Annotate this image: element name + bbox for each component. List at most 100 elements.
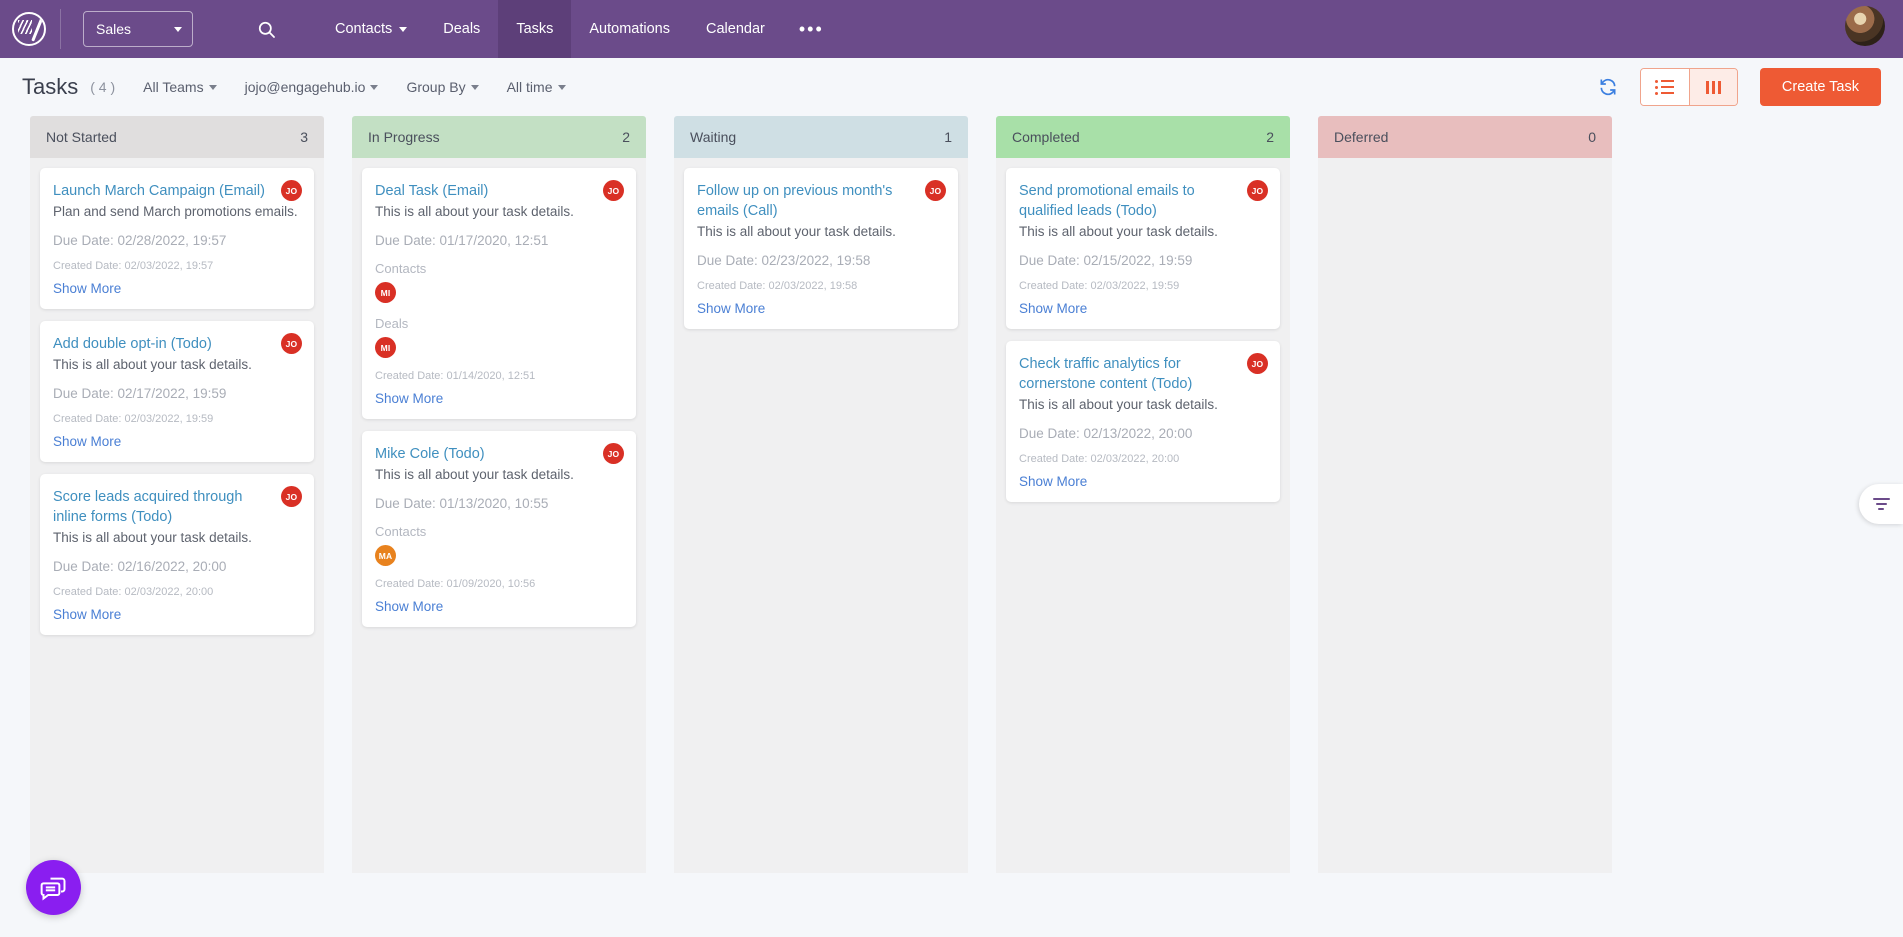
task-card[interactable]: JO Send promotional emails to qualified l… [1006, 168, 1280, 329]
refresh-button[interactable] [1598, 77, 1618, 97]
column-card-list: JO Launch March Campaign (Email) Plan and … [30, 158, 324, 873]
nav-label-deals: Deals [443, 21, 481, 37]
task-relation-avatar[interactable]: MI [375, 337, 396, 358]
task-created-date: Created Date: 02/03/2022, 20:00 [53, 586, 214, 598]
task-description: This is all about your task details. [375, 204, 574, 219]
kanban-column: In Progress 2 JO Deal Task (Email) This is a… [352, 116, 646, 873]
task-due-date: Due Date: 02/15/2022, 19:59 [1019, 253, 1193, 268]
task-owner-avatar[interactable]: JO [1247, 353, 1268, 374]
task-created-date: Created Date: 02/03/2022, 19:58 [697, 280, 858, 292]
filter-time-range-label: All time [506, 79, 553, 95]
chat-widget-button[interactable] [26, 860, 81, 915]
chevron-down-icon [370, 84, 379, 90]
task-relation-label: Contacts [375, 524, 427, 539]
show-more-link[interactable]: Show More [375, 391, 622, 406]
page-toolbar: Tasks ( 4 ) All Teams jojo@engagehub.io … [0, 58, 1903, 116]
view-toggle-group [1639, 68, 1738, 106]
column-card-list: JO Follow up on previous month's emails (… [674, 158, 968, 873]
column-title: Completed [1012, 129, 1080, 145]
task-description: This is all about your task details. [53, 357, 252, 372]
show-more-link[interactable]: Show More [53, 434, 300, 449]
task-title[interactable]: Deal Task (Email) [375, 181, 622, 201]
task-relation-avatar[interactable]: MA [375, 545, 396, 566]
task-card[interactable]: JO Check traffic analytics for cornerston… [1006, 341, 1280, 502]
nav-item-deals[interactable]: Deals [425, 0, 498, 58]
task-created-date: Created Date: 01/09/2020, 10:56 [375, 578, 536, 590]
list-view-button[interactable] [1640, 69, 1689, 105]
kanban-column: Deferred 0 [1318, 116, 1612, 873]
toolbar-actions: Create Task [1598, 68, 1881, 106]
nav-item-automations[interactable]: Automations [571, 0, 688, 58]
task-card[interactable]: JO Follow up on previous month's emails (… [684, 168, 958, 329]
task-relation-avatar[interactable]: MI [375, 282, 396, 303]
columns-icon [1705, 80, 1722, 94]
task-card[interactable]: JO Deal Task (Email) This is all about you… [362, 168, 636, 419]
show-more-link[interactable]: Show More [1019, 301, 1266, 316]
task-title[interactable]: Check traffic analytics for cornerstone … [1019, 354, 1266, 394]
show-more-link[interactable]: Show More [53, 607, 300, 622]
task-title[interactable]: Score leads acquired through inline form… [53, 487, 300, 527]
show-more-link[interactable]: Show More [697, 301, 944, 316]
column-header: Deferred 0 [1318, 116, 1612, 158]
task-title[interactable]: Follow up on previous month's emails (Ca… [697, 181, 944, 221]
show-more-link[interactable]: Show More [53, 281, 300, 296]
task-owner-avatar[interactable]: JO [603, 443, 624, 464]
task-owner-avatar[interactable]: JO [281, 333, 302, 354]
column-card-list: JO Send promotional emails to qualified l… [996, 158, 1290, 873]
task-title[interactable]: Send promotional emails to qualified lea… [1019, 181, 1266, 221]
task-owner-avatar[interactable]: JO [1247, 180, 1268, 201]
filter-panel-toggle[interactable] [1859, 484, 1903, 524]
column-title: In Progress [368, 129, 440, 145]
chat-message-icon [40, 877, 65, 900]
show-more-link[interactable]: Show More [1019, 474, 1266, 489]
nav-label-contacts: Contacts [335, 21, 393, 37]
task-relation-label: Contacts [375, 261, 427, 276]
filter-group-by-label: Group By [406, 79, 466, 95]
nav-more-menu-button[interactable]: ••• [783, 0, 840, 58]
app-selector-dropdown[interactable]: Sales [83, 11, 193, 47]
filter-all-teams[interactable]: All Teams [143, 79, 217, 95]
task-card[interactable]: JO Add double opt-in (Todo) This is all ab… [40, 321, 314, 462]
user-profile-avatar[interactable] [1845, 6, 1885, 46]
task-card[interactable]: JO Score leads acquired through inline fo… [40, 474, 314, 635]
nav-item-contacts[interactable]: Contacts [317, 0, 425, 58]
ellipsis-icon: ••• [798, 19, 824, 39]
nav-item-tasks[interactable]: Tasks [498, 0, 572, 58]
task-card[interactable]: JO Launch March Campaign (Email) Plan and … [40, 168, 314, 309]
task-title[interactable]: Add double opt-in (Todo) [53, 334, 300, 354]
task-due-date: Due Date: 01/13/2020, 10:55 [375, 496, 549, 511]
task-owner-avatar[interactable]: JO [603, 180, 624, 201]
column-title: Deferred [1334, 129, 1389, 145]
filter-group-by[interactable]: Group By [406, 79, 479, 95]
task-created-date: Created Date: 02/03/2022, 19:59 [53, 413, 214, 425]
task-title[interactable]: Launch March Campaign (Email) [53, 181, 300, 201]
nav-item-calendar[interactable]: Calendar [688, 0, 783, 58]
task-owner-avatar[interactable]: JO [925, 180, 946, 201]
task-description: Plan and send March promotions emails. [53, 204, 298, 219]
create-task-button[interactable]: Create Task [1759, 68, 1881, 106]
filter-user-email[interactable]: jojo@engagehub.io [245, 79, 379, 95]
task-description: This is all about your task details. [1019, 397, 1218, 412]
task-card[interactable]: JO Mike Cole (Todo) This is all about your… [362, 431, 636, 627]
task-due-date: Due Date: 02/17/2022, 19:59 [53, 386, 227, 401]
refresh-icon [1600, 78, 1616, 96]
task-owner-avatar[interactable]: JO [281, 486, 302, 507]
top-navigation-bar: Sales Contacts Deals Tasks Automations C… [0, 0, 1903, 58]
task-owner-avatar[interactable]: JO [281, 180, 302, 201]
search-button[interactable] [249, 12, 283, 46]
chevron-down-icon [174, 26, 182, 32]
app-logo[interactable] [0, 12, 58, 46]
task-relation-label: Deals [375, 316, 409, 331]
show-more-link[interactable]: Show More [375, 599, 622, 614]
task-created-date: Created Date: 02/03/2022, 19:57 [53, 260, 214, 272]
kanban-view-button[interactable] [1688, 69, 1737, 105]
filter-all-teams-label: All Teams [143, 79, 204, 95]
app-selector-label: Sales [96, 21, 132, 37]
filter-time-range[interactable]: All time [507, 79, 566, 95]
nav-item-list: Contacts Deals Tasks Automations Calenda… [317, 0, 840, 58]
filter-user-email-label: jojo@engagehub.io [244, 79, 366, 95]
kanban-column: Completed 2 JO Send promotional emails to q… [996, 116, 1290, 873]
column-count: 3 [300, 129, 308, 145]
logo-icon [12, 12, 46, 46]
task-title[interactable]: Mike Cole (Todo) [375, 444, 622, 464]
